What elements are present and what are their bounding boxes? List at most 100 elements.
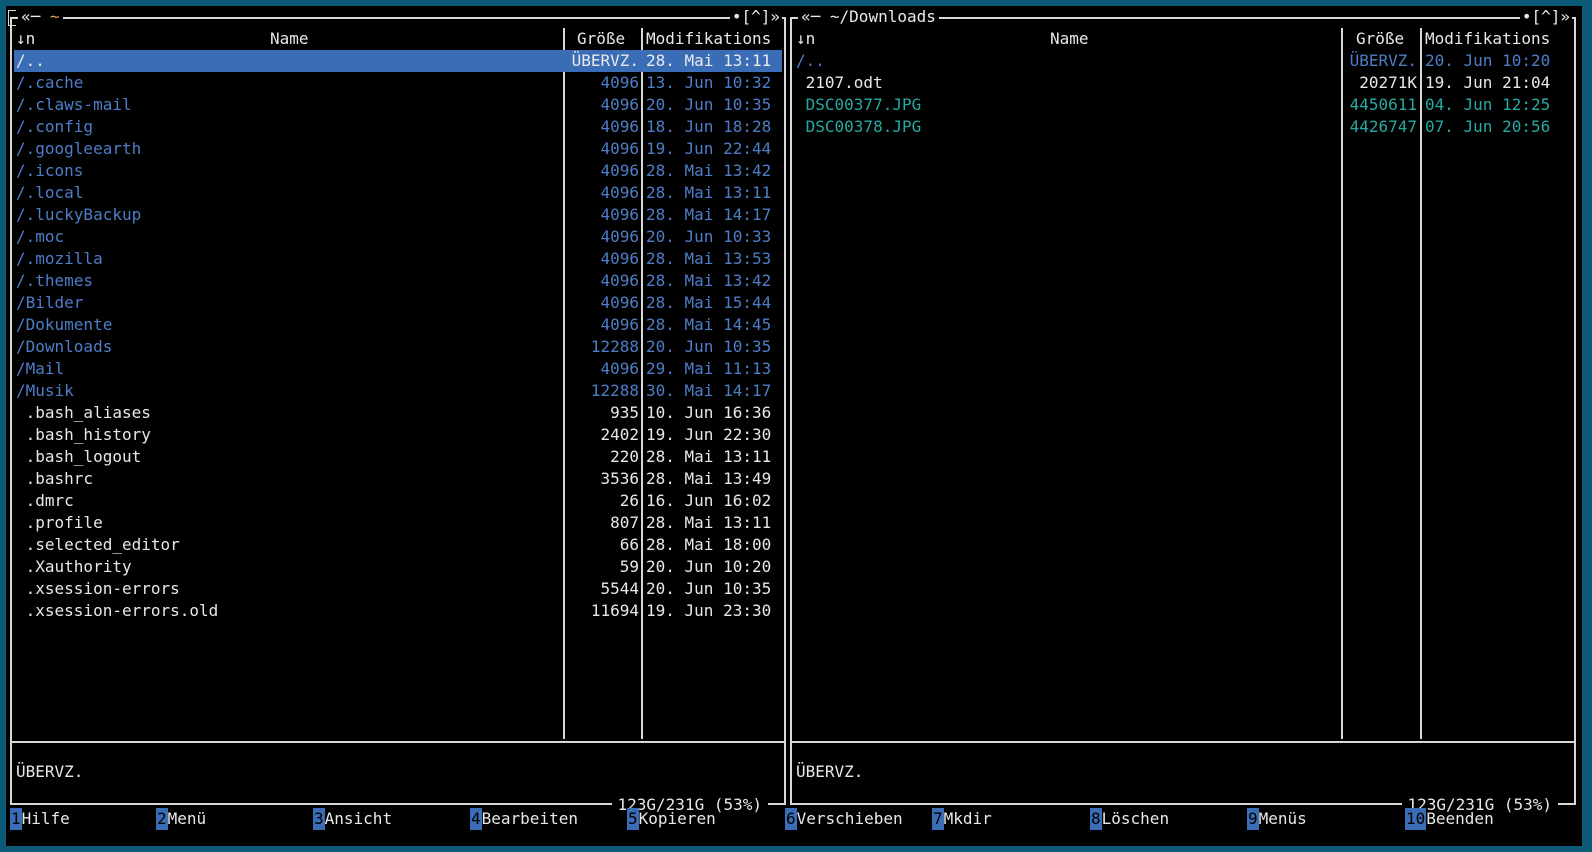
right-file-panel[interactable]: «─ ~/Downloads •[^]» ↓n Name Größe Modif… [790, 7, 1576, 815]
fkey-7[interactable]: 7Mkdir [932, 808, 992, 830]
file-size: 4450611 [1349, 95, 1417, 114]
file-mtime: 19. Jun 21:04 [1425, 73, 1551, 92]
fkey-10[interactable]: 10Beenden [1405, 808, 1494, 830]
file-name: .profile [16, 513, 103, 532]
left-col-header-mtime[interactable]: Modifikations [646, 28, 771, 50]
file-mtime: 20. Jun 10:35 [646, 579, 772, 598]
fkey-1[interactable]: 1Hilfe [10, 808, 70, 830]
left-panel-path[interactable]: ~ [50, 7, 60, 26]
file-row[interactable]: /Downloads 12288 20. Jun 10:35 [12, 336, 784, 358]
file-name: /Dokumente [16, 315, 113, 334]
file-row[interactable]: .bash_history 2402 19. Jun 22:30 [12, 424, 784, 446]
fkey-number: 2 [156, 808, 168, 830]
file-row[interactable]: /Mail 4096 29. Mai 11:13 [12, 358, 784, 380]
file-row[interactable]: .xsession-errors 5544 20. Jun 10:35 [12, 578, 784, 600]
file-mtime: 20. Jun 10:33 [646, 227, 772, 246]
file-name: /.themes [16, 271, 94, 290]
fkey-label: Ansicht [324, 809, 393, 828]
file-row[interactable]: .bash_aliases 935 10. Jun 16:36 [12, 402, 784, 424]
file-row[interactable]: /.googleearth 4096 19. Jun 22:44 [12, 138, 784, 160]
file-size: 935 [610, 403, 639, 422]
left-col-header-size[interactable]: Größe [577, 28, 625, 50]
right-panel-controls[interactable]: •[^]» [1519, 7, 1572, 27]
file-name: /.cache [16, 73, 84, 92]
file-size: 12288 [590, 337, 639, 356]
file-row[interactable]: /.config 4096 18. Jun 18:28 [12, 116, 784, 138]
function-key-bar: 1Hilfe 2Menü 3Ansicht 4Bearbeiten 5Kopieren 6… [6, 808, 1582, 830]
fkey-9[interactable]: 9Menüs [1247, 808, 1307, 830]
left-file-list[interactable]: /.. ÜBERVZ. 28. Mai 13:11 /.cache 4096 13. Ju… [12, 50, 784, 622]
file-row[interactable]: /.. ÜBERVZ. 20. Jun 10:20 [792, 50, 1574, 72]
file-row[interactable]: .profile 807 28. Mai 13:11 [12, 512, 784, 534]
file-row[interactable]: /.themes 4096 28. Mai 13:42 [12, 270, 784, 292]
fkey-label: Menüs [1258, 809, 1307, 828]
left-panel-title: «─ ~ [18, 7, 63, 27]
file-name: /Musik [16, 381, 74, 400]
file-row[interactable]: /Musik 12288 30. Mai 14:17 [12, 380, 784, 402]
fkey-number: 9 [1247, 808, 1259, 830]
fkey-number: 7 [932, 808, 944, 830]
right-col-header-size[interactable]: Größe [1356, 28, 1404, 50]
right-file-list[interactable]: /.. ÜBERVZ. 20. Jun 10:20 2107.odt 20271K 19… [792, 50, 1574, 138]
file-mtime: 28. Mai 14:45 [646, 315, 772, 334]
fkey-label: Verschieben [796, 809, 903, 828]
file-size: 4096 [600, 117, 639, 136]
file-mtime: 20. Jun 10:20 [1425, 51, 1551, 70]
file-size: ÜBERVZ. [1349, 51, 1417, 70]
file-row[interactable]: /.icons 4096 28. Mai 13:42 [12, 160, 784, 182]
file-row[interactable]: /.moc 4096 20. Jun 10:33 [12, 226, 784, 248]
file-name: /.local [16, 183, 84, 202]
right-sort-indicator[interactable]: ↓n [796, 28, 815, 50]
file-row[interactable]: DSC00377.JPG 4450611 04. Jun 12:25 [792, 94, 1574, 116]
right-col-header-name[interactable]: Name [1050, 28, 1089, 50]
left-mini-status: ÜBERVZ. [16, 762, 84, 781]
file-row[interactable]: /.cache 4096 13. Jun 10:32 [12, 72, 784, 94]
file-size: 4096 [600, 205, 639, 224]
file-size: 4096 [600, 161, 639, 180]
file-size: 20271K [1359, 73, 1417, 92]
file-row[interactable]: .dmrc 26 16. Jun 16:02 [12, 490, 784, 512]
file-row[interactable]: .Xauthority 59 20. Jun 10:20 [12, 556, 784, 578]
file-row[interactable]: /.luckyBackup 4096 28. Mai 14:17 [12, 204, 784, 226]
right-col-header-mtime[interactable]: Modifikations [1425, 28, 1550, 50]
file-row[interactable]: /Bilder 4096 28. Mai 15:44 [12, 292, 784, 314]
fkey-3[interactable]: 3Ansicht [313, 808, 392, 830]
left-file-panel[interactable]: «─ ~ •[^]» ↓n Name Größe Modifikations /… [10, 7, 786, 815]
file-name: .dmrc [16, 491, 74, 510]
fkey-2[interactable]: 2Menü [156, 808, 206, 830]
right-panel-path[interactable]: ~/Downloads [830, 7, 936, 26]
left-sort-indicator[interactable]: ↓n [16, 28, 35, 50]
fkey-4[interactable]: 4Bearbeiten [470, 808, 578, 830]
file-row[interactable]: /.local 4096 28. Mai 13:11 [12, 182, 784, 204]
file-size: 66 [619, 535, 639, 554]
fkey-number: 6 [785, 808, 797, 830]
right-panel-title: «─ ~/Downloads [798, 7, 939, 27]
file-size: 4096 [600, 315, 639, 334]
right-mini-separator [792, 741, 1574, 743]
file-row[interactable]: .bash_logout 220 28. Mai 13:11 [12, 446, 784, 468]
file-name: /.claws-mail [16, 95, 132, 114]
file-row[interactable]: .selected_editor 66 28. Mai 18:00 [12, 534, 784, 556]
file-size: 4096 [600, 359, 639, 378]
file-row[interactable]: 2107.odt 20271K 19. Jun 21:04 [792, 72, 1574, 94]
file-size: 4096 [600, 271, 639, 290]
file-row[interactable]: /.claws-mail 4096 20. Jun 10:35 [12, 94, 784, 116]
fkey-label: Hilfe [21, 809, 70, 828]
left-panel-controls[interactable]: •[^]» [729, 7, 782, 27]
file-size: 26 [619, 491, 639, 510]
file-row[interactable]: /Dokumente 4096 28. Mai 14:45 [12, 314, 784, 336]
fkey-5[interactable]: 5Kopieren [627, 808, 716, 830]
file-row[interactable]: /.mozilla 4096 28. Mai 13:53 [12, 248, 784, 270]
file-row[interactable]: /.. ÜBERVZ. 28. Mai 13:11 [14, 50, 782, 72]
fkey-8[interactable]: 8Löschen [1090, 808, 1169, 830]
file-row[interactable]: DSC00378.JPG 4426747 07. Jun 20:56 [792, 116, 1574, 138]
file-mtime: 29. Mai 11:13 [646, 359, 772, 378]
file-size: 12288 [590, 381, 639, 400]
left-col-header-name[interactable]: Name [270, 28, 309, 50]
fkey-number: 3 [313, 808, 325, 830]
file-mtime: 07. Jun 20:56 [1425, 117, 1551, 136]
fkey-6[interactable]: 6Verschieben [785, 808, 903, 830]
file-row[interactable]: .xsession-errors.old 11694 19. Jun 23:30 [12, 600, 784, 622]
file-name: .Xauthority [16, 557, 132, 576]
file-row[interactable]: .bashrc 3536 28. Mai 13:49 [12, 468, 784, 490]
